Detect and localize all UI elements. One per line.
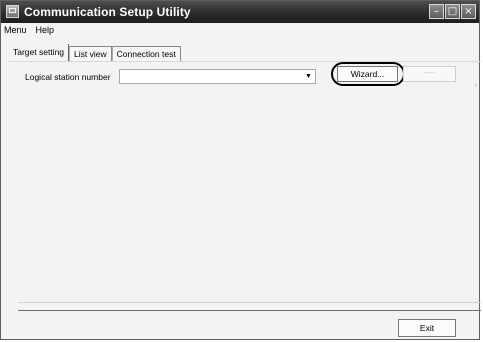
tab-strip: Target setting List view Connection test bbox=[9, 43, 181, 61]
logical-station-label: Logical station number bbox=[25, 71, 111, 82]
close-icon[interactable]: × bbox=[461, 4, 476, 19]
menu-item-menu[interactable]: Menu bbox=[4, 23, 27, 37]
tab-list-view[interactable]: List view bbox=[69, 46, 112, 61]
logical-station-select[interactable]: ▼ bbox=[119, 69, 316, 84]
app-icon bbox=[6, 5, 19, 18]
minimize-icon[interactable]: – bbox=[429, 4, 444, 19]
menu-item-help[interactable]: Help bbox=[36, 23, 55, 37]
secondary-button: ----- bbox=[403, 66, 456, 82]
window-title: Communication Setup Utility bbox=[24, 5, 191, 19]
title-bar: Communication Setup Utility – □ × bbox=[1, 1, 479, 23]
bottom-divider-dark bbox=[18, 310, 481, 311]
main-window: Communication Setup Utility – □ × Menu H… bbox=[0, 0, 481, 340]
bottom-divider-light bbox=[18, 302, 481, 303]
target-setting-panel: Logical station number ▼ bbox=[9, 61, 481, 310]
window-controls: – □ × bbox=[429, 4, 476, 19]
maximize-icon[interactable]: □ bbox=[445, 4, 460, 19]
exit-button[interactable]: Exit bbox=[398, 319, 456, 337]
tab-target-setting[interactable]: Target setting bbox=[9, 44, 70, 61]
edge-mark bbox=[475, 84, 477, 86]
menu-bar: Menu Help bbox=[1, 23, 54, 37]
logical-station-row: Logical station number ▼ bbox=[25, 69, 316, 84]
wizard-button[interactable]: Wizard... bbox=[337, 66, 398, 82]
chevron-down-icon[interactable]: ▼ bbox=[302, 70, 315, 83]
tab-connection-test[interactable]: Connection test bbox=[111, 46, 181, 61]
